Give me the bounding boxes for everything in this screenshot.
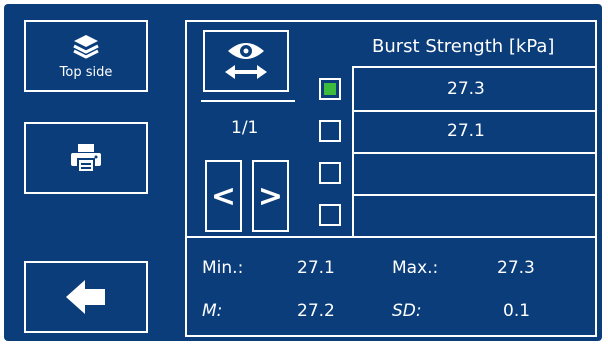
view-divider [201, 100, 295, 102]
min-label: Min.: [202, 258, 244, 278]
stats-divider [187, 236, 595, 238]
row-value: 27.1 [447, 121, 485, 141]
back-button[interactable] [24, 261, 148, 333]
layers-icon [73, 34, 99, 58]
header-divider [352, 66, 597, 68]
max-label: Max.: [392, 258, 439, 278]
sd-value: 0.1 [503, 301, 531, 321]
row-checkbox[interactable] [319, 162, 341, 184]
mean-label: M: [202, 301, 223, 321]
view-toggle-button[interactable] [203, 30, 289, 92]
mean-value: 27.2 [297, 301, 335, 321]
row-divider [352, 110, 597, 112]
column-header: Burst Strength [kPa] [372, 36, 555, 57]
row-divider [352, 152, 597, 154]
screen: Top side 1/1 < > Burst Strength [kPa] 27… [4, 4, 602, 341]
printer-icon [71, 144, 101, 173]
row-value: 27.3 [447, 79, 485, 99]
row-checkbox[interactable] [319, 204, 341, 226]
max-value: 27.3 [497, 258, 535, 278]
eye-horizontal-arrow-icon [225, 43, 267, 79]
row-checkbox[interactable] [319, 120, 341, 142]
top-side-button[interactable]: Top side [24, 20, 148, 92]
results-panel: 1/1 < > Burst Strength [kPa] 27.3 27.1 M… [185, 20, 597, 337]
table-column-divider [352, 66, 354, 236]
prev-page-button[interactable]: < [205, 160, 242, 232]
row-checkbox[interactable] [319, 78, 341, 100]
sd-label: SD: [392, 301, 422, 321]
side-label: Top side [59, 64, 113, 80]
arrow-left-icon [66, 280, 105, 314]
print-button[interactable] [24, 122, 148, 194]
next-page-button[interactable]: > [252, 160, 289, 232]
min-value: 27.1 [297, 258, 335, 278]
page-indicator: 1/1 [231, 118, 259, 138]
row-divider [352, 194, 597, 196]
